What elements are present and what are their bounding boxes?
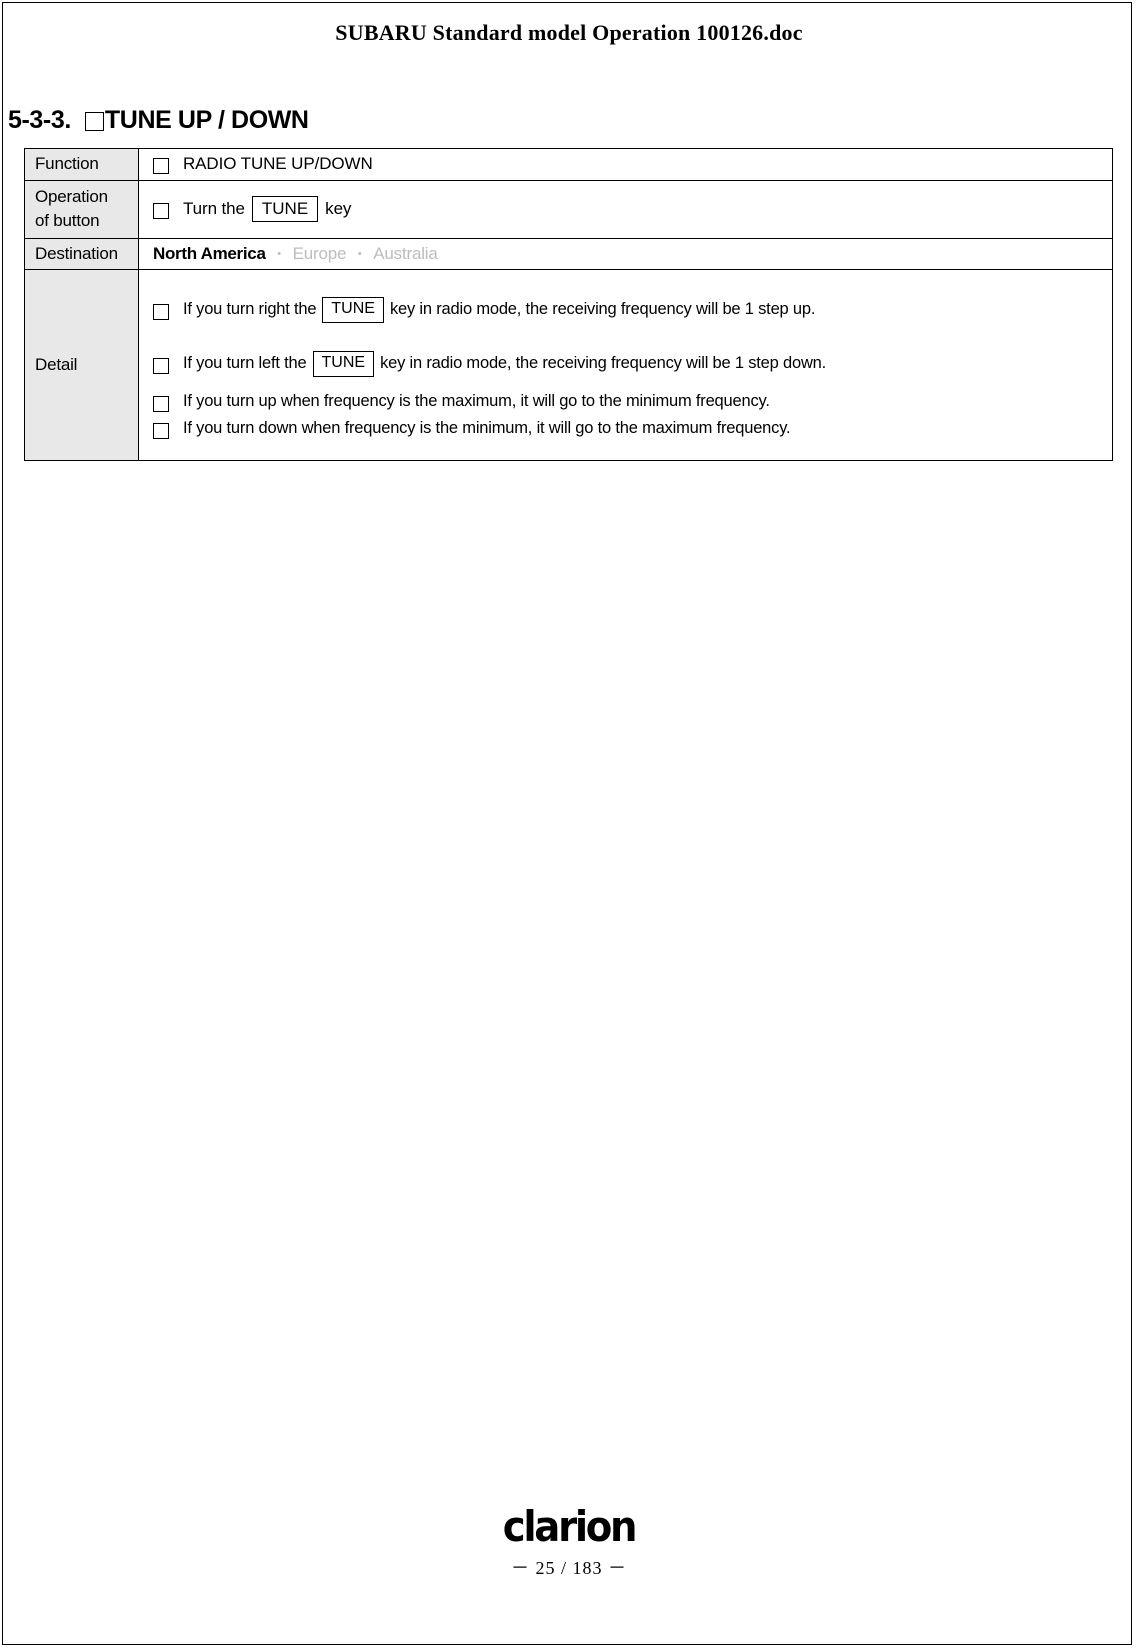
table-row-detail: Detail If you turn right the TUNE key in… — [24, 269, 1113, 462]
empty-checkbox-icon — [153, 203, 169, 220]
empty-checkbox-icon — [153, 303, 169, 320]
document-header-title: SUBARU Standard model Operation 100126.d… — [335, 20, 803, 45]
row-label-function: Function — [24, 148, 139, 181]
detail-list-item: If you turn left the TUNE key in radio m… — [153, 351, 827, 377]
destination-option-north-america[interactable]: North America — [153, 244, 266, 264]
table-row-function: Function RADIO TUNE UP/DOWN — [24, 148, 1113, 181]
empty-checkbox-icon — [153, 395, 169, 412]
detail-item-prefix: If you turn left the — [183, 354, 307, 373]
operation-line: Turn the TUNE key — [153, 195, 1112, 223]
operation-prefix: Turn the — [183, 199, 245, 219]
destination-separator: ・ — [271, 246, 287, 264]
specification-table: Function RADIO TUNE UP/DOWN Operation of… — [24, 148, 1113, 462]
detail-item-prefix: If you turn up when frequency is the max… — [183, 392, 770, 411]
detail-item-prefix: If you turn right the — [183, 300, 317, 319]
section-number: 5-3-3. — [8, 106, 71, 134]
section-title-group: TUNE UP / DOWN — [84, 106, 309, 135]
table-row-operation: Operation of button Turn the TUNE key — [24, 179, 1113, 239]
empty-checkbox-icon — [153, 158, 169, 175]
detail-list-item: If you turn down when frequency is the m… — [153, 419, 791, 439]
tune-key-button[interactable]: TUNE — [251, 195, 319, 223]
detail-list: If you turn right the TUNE key in radio … — [153, 270, 1112, 460]
page-footer: clarion － 25 / 183 － — [0, 1506, 1138, 1580]
row-value-destination: North America ・ Europe ・ Australia — [138, 237, 1113, 271]
function-text: RADIO TUNE UP/DOWN — [183, 154, 373, 174]
empty-checkbox-icon — [153, 422, 169, 439]
tune-key-button[interactable]: TUNE — [322, 297, 384, 323]
operation-suffix: key — [325, 199, 352, 219]
function-line: RADIO TUNE UP/DOWN — [153, 154, 1112, 175]
row-label-destination: Destination — [24, 237, 139, 271]
row-value-operation: Turn the TUNE key — [138, 179, 1113, 239]
destination-option-australia[interactable]: Australia — [373, 244, 438, 264]
empty-checkbox-icon — [84, 112, 104, 131]
empty-checkbox-icon — [153, 357, 169, 374]
row-value-function: RADIO TUNE UP/DOWN — [138, 148, 1113, 181]
destination-options: North America ・ Europe ・ Australia — [153, 243, 1112, 264]
destination-option-europe[interactable]: Europe — [293, 244, 347, 264]
clarion-logo: clarion — [502, 1502, 638, 1551]
tune-key-button[interactable]: TUNE — [312, 351, 375, 377]
row-label-operation-line1: Operation — [35, 186, 108, 206]
document-page: SUBARU Standard model Operation 100126.d… — [0, 0, 1138, 1652]
section-heading: 5-3-3. TUNE UP / DOWN — [8, 106, 309, 135]
page-number: － 25 / 183 － — [510, 1558, 627, 1578]
detail-list-item: If you turn right the TUNE key in radio … — [153, 297, 816, 323]
destination-separator: ・ — [352, 246, 368, 264]
row-label-operation: Operation of button — [24, 179, 139, 239]
detail-list-item: If you turn up when frequency is the max… — [153, 392, 770, 412]
detail-item-prefix: If you turn down when frequency is the m… — [183, 419, 791, 438]
row-label-operation-line2: of button — [35, 211, 100, 231]
detail-item-suffix: key in radio mode, the receiving frequen… — [389, 300, 816, 319]
detail-item-suffix: key in radio mode, the receiving frequen… — [380, 354, 827, 373]
row-value-detail: If you turn right the TUNE key in radio … — [138, 269, 1113, 462]
table-row-destination: Destination North America ・ Europe ・ Aus… — [24, 237, 1113, 271]
section-title: TUNE UP / DOWN — [104, 106, 309, 134]
row-label-detail: Detail — [24, 269, 139, 462]
